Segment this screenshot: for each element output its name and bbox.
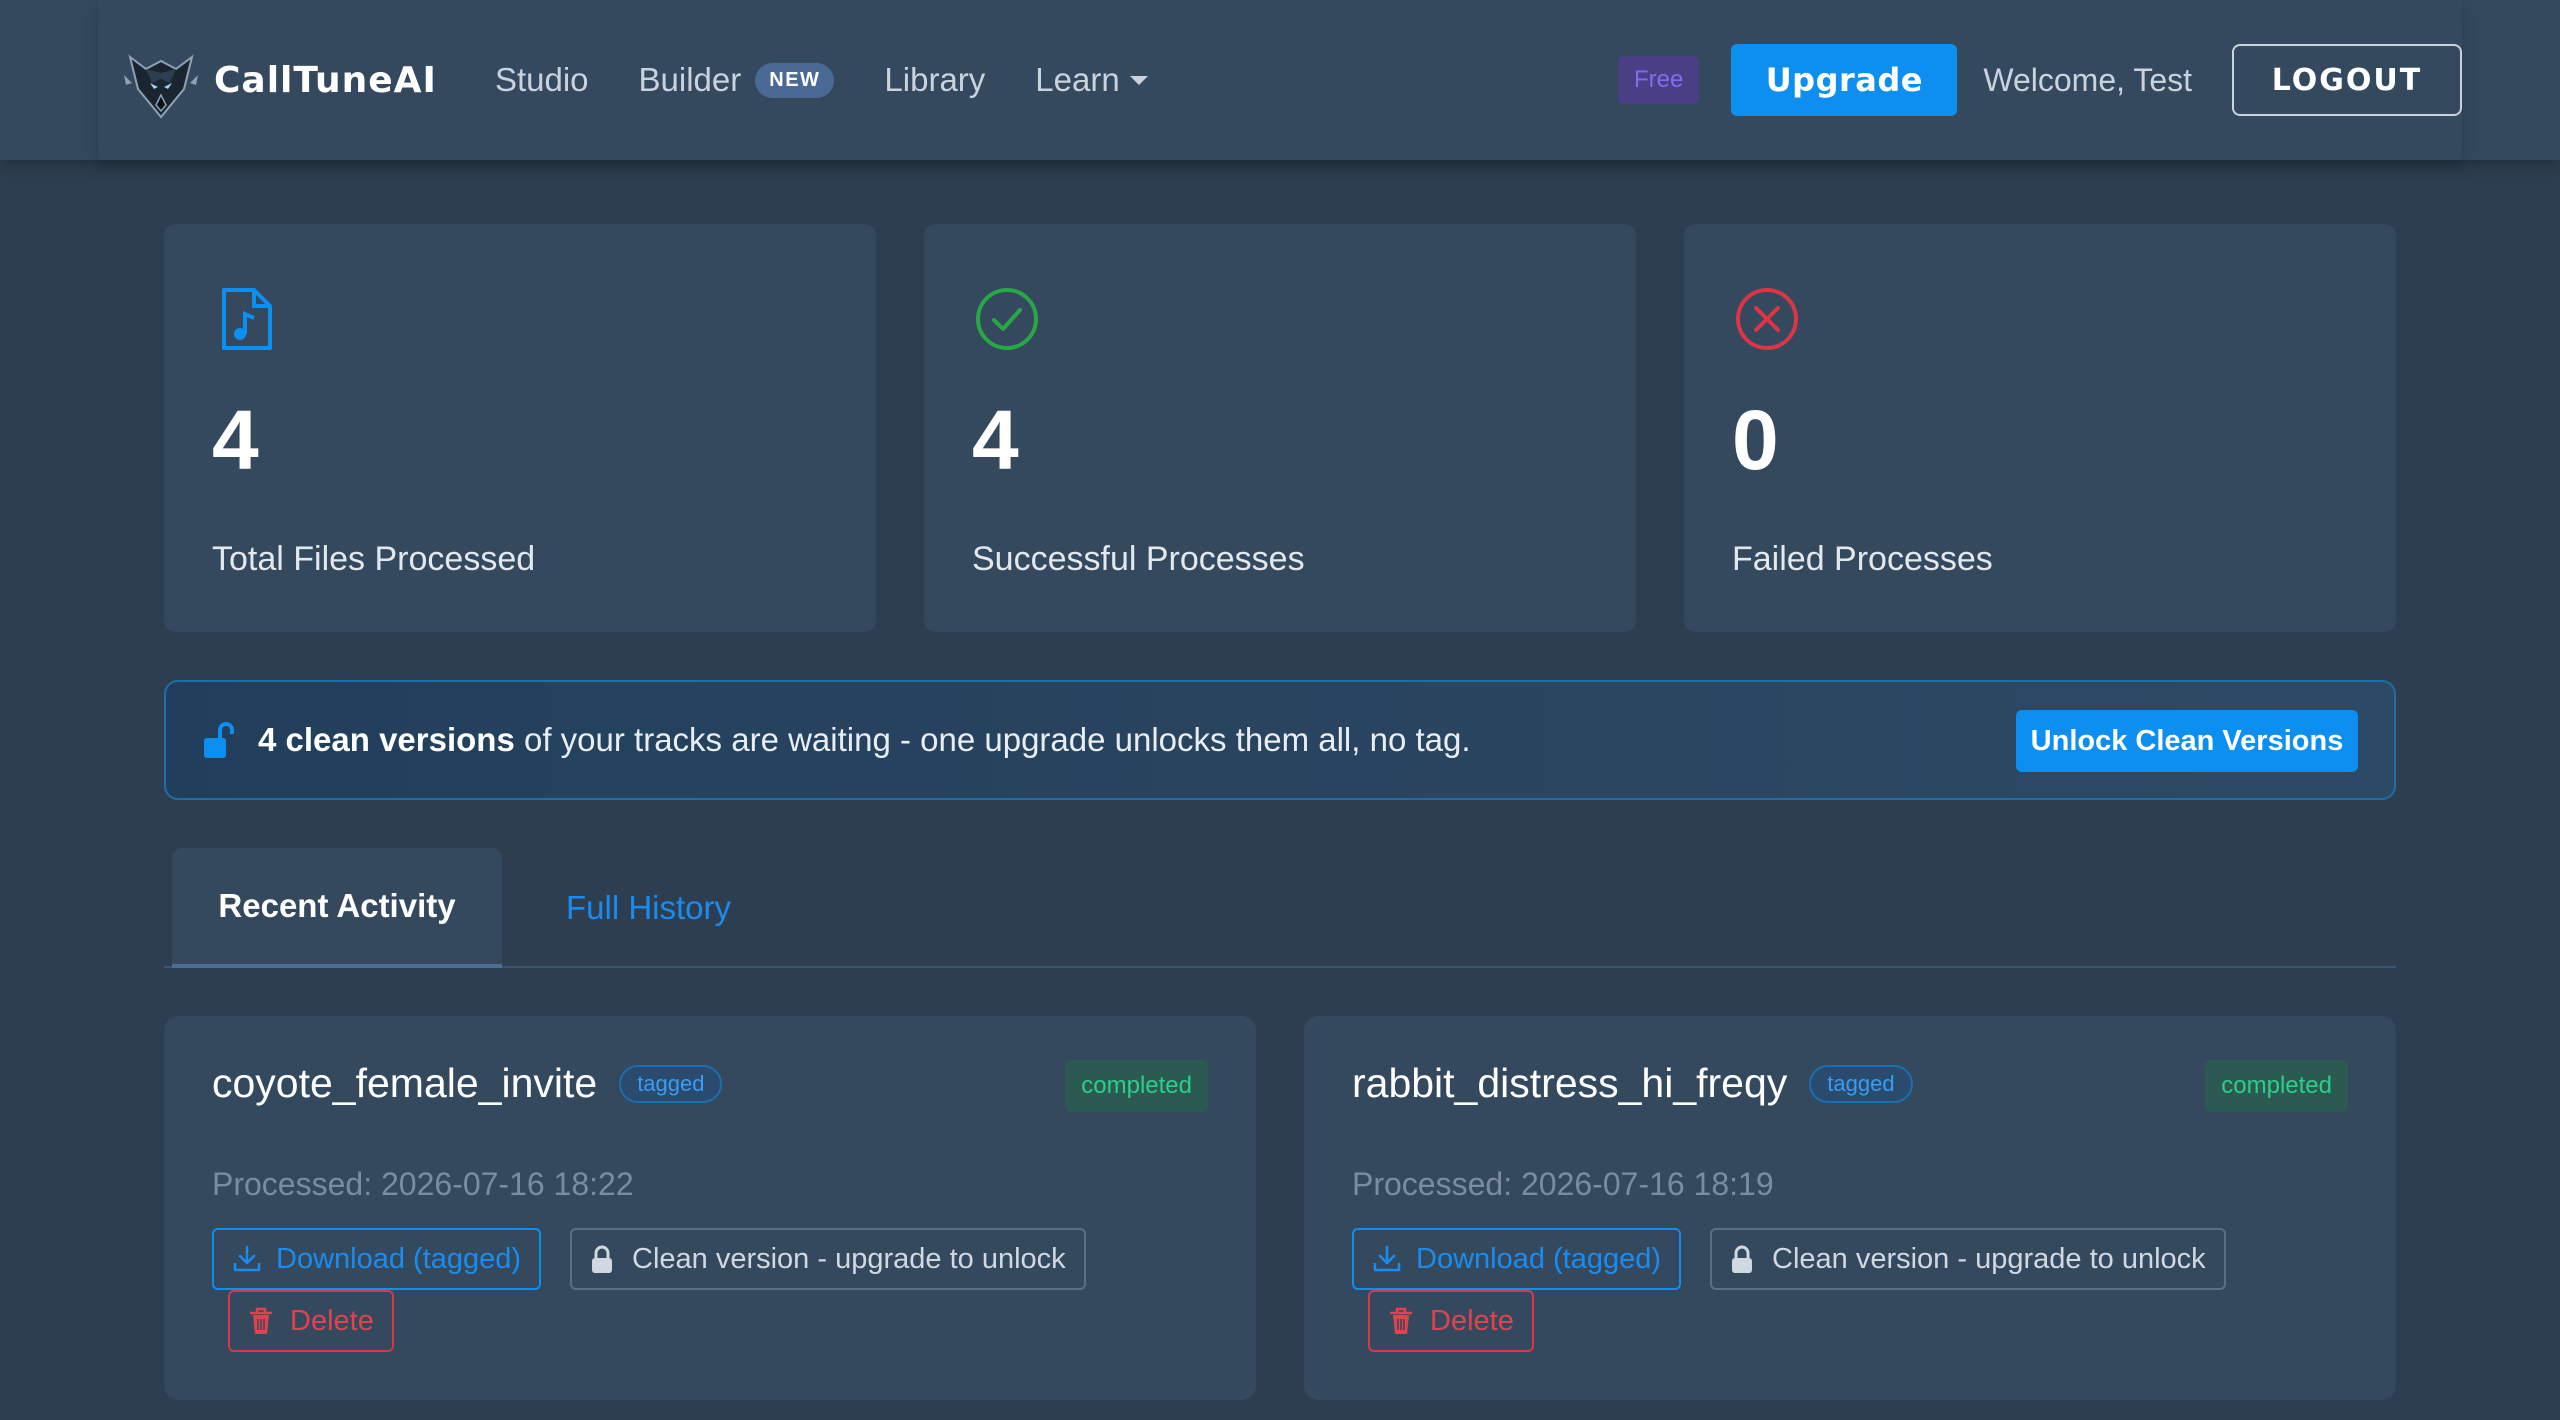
brand[interactable]: CallTuneAI [120, 39, 437, 121]
wolf-logo-icon [124, 54, 198, 119]
clean-version-label: Clean version - upgrade to unlock [1772, 1242, 2206, 1275]
unlock-icon [204, 722, 234, 758]
upgrade-button[interactable]: Upgrade [1731, 44, 1958, 116]
unlock-clean-versions-button[interactable]: Unlock Clean Versions [2016, 710, 2358, 772]
trash-icon [250, 1307, 272, 1334]
alert-message: 4 clean versions of your tracks are wait… [258, 721, 1471, 759]
stat-total-label: Total Files Processed [212, 540, 536, 578]
nav-learn-dropdown[interactable]: Learn [1035, 61, 1148, 99]
activity-title-row: coyote_female_invite tagged [212, 1060, 723, 1107]
stat-failed-label: Failed Processes [1732, 540, 1993, 578]
activity-card: coyote_female_invite tagged completed Pr… [164, 1016, 1256, 1400]
clean-version-label: Clean version - upgrade to unlock [632, 1242, 1066, 1275]
clean-version-locked-button[interactable]: Clean version - upgrade to unlock [570, 1228, 1086, 1290]
lock-icon [1732, 1245, 1752, 1273]
download-icon [1373, 1245, 1401, 1272]
new-badge: NEW [755, 62, 835, 98]
file-name: rabbit_distress_hi_freqy [1352, 1060, 1788, 1106]
caret-down-icon [1129, 75, 1148, 85]
check-circle-icon [976, 288, 1038, 350]
x-circle-icon [1736, 288, 1798, 350]
nav-studio[interactable]: Studio [495, 61, 589, 99]
tab-recent-activity[interactable]: Recent Activity [172, 848, 502, 968]
logout-button[interactable]: LOGOUT [2232, 44, 2462, 116]
status-badge: completed [2205, 1060, 2348, 1112]
nav-learn-label: Learn [1035, 61, 1120, 98]
welcome-text: Welcome, Test [1983, 61, 2192, 98]
alert-rest: of your tracks are waiting - one upgrade… [514, 721, 1471, 758]
delete-button[interactable]: Delete [228, 1290, 394, 1352]
lock-icon [592, 1245, 612, 1273]
download-label: Download (tagged) [1416, 1242, 1662, 1275]
nav-builder-label: Builder [638, 61, 742, 98]
processed-date: Processed: 2026-07-16 18:19 [1352, 1166, 1774, 1202]
stat-success-label: Successful Processes [972, 540, 1305, 578]
stat-failed-value: 0 [1732, 393, 1779, 487]
alert-bold: 4 clean versions [258, 721, 515, 758]
stat-card-success: 4 Successful Processes [924, 224, 1636, 632]
trash-icon [1390, 1307, 1412, 1334]
delete-button[interactable]: Delete [1368, 1290, 1534, 1352]
clean-version-locked-button[interactable]: Clean version - upgrade to unlock [1710, 1228, 2226, 1290]
plan-badge: Free [1617, 56, 1700, 104]
brand-name: CallTuneAI [214, 59, 437, 101]
download-tagged-button[interactable]: Download (tagged) [212, 1228, 542, 1290]
activity-title-row: rabbit_distress_hi_freqy tagged [1352, 1060, 1913, 1107]
stat-success-value: 4 [972, 393, 1019, 487]
processed-date: Processed: 2026-07-16 18:22 [212, 1166, 634, 1202]
navbar-inner: CallTuneAI Studio Builder NEW Library Le… [98, 0, 2462, 160]
delete-label: Delete [1430, 1304, 1514, 1337]
activity-card: rabbit_distress_hi_freqy tagged complete… [1304, 1016, 2396, 1400]
nav-builder[interactable]: Builder NEW [639, 61, 835, 99]
status-badge: completed [1065, 1060, 1208, 1112]
stat-card-total: 4 Total Files Processed [164, 224, 876, 632]
delete-label: Delete [290, 1304, 374, 1337]
file-name: coyote_female_invite [212, 1060, 598, 1106]
tab-full-history[interactable]: Full History [566, 848, 731, 968]
navbar: CallTuneAI Studio Builder NEW Library Le… [0, 0, 2560, 160]
download-label: Download (tagged) [276, 1242, 522, 1275]
download-tagged-button[interactable]: Download (tagged) [1352, 1228, 1682, 1290]
music-file-icon [222, 288, 272, 350]
tagged-badge: tagged [1809, 1064, 1913, 1103]
stat-card-failed: 0 Failed Processes [1684, 224, 2396, 632]
tagged-badge: tagged [619, 1064, 723, 1103]
clean-versions-alert: 4 clean versions of your tracks are wait… [164, 680, 2396, 800]
stat-total-value: 4 [212, 393, 259, 487]
nav-library[interactable]: Library [884, 61, 985, 99]
download-icon [233, 1245, 261, 1272]
